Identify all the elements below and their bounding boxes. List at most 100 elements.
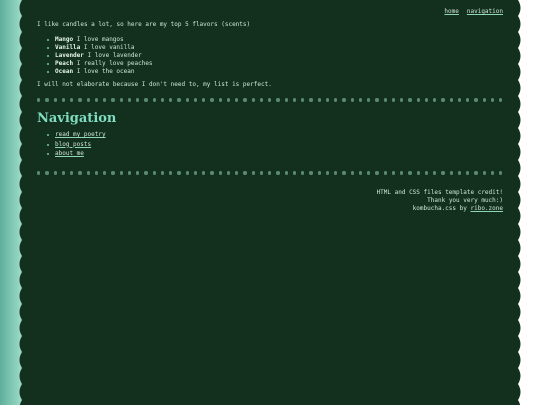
divider-dot (474, 98, 478, 102)
divider-dot (433, 98, 437, 102)
divider-dot (383, 171, 387, 175)
divider-dot (292, 98, 297, 102)
divider-dot (441, 98, 445, 102)
divider-dot (218, 98, 222, 102)
flavor-name: Mango (55, 36, 74, 43)
divider-dot (177, 171, 181, 175)
divider-dot (499, 98, 503, 102)
divider-dot (284, 98, 288, 102)
home-link[interactable]: home (444, 8, 458, 15)
divider-dot (103, 171, 107, 175)
divider-dot (416, 171, 420, 175)
divider-dot (144, 98, 148, 102)
divider-dot (325, 171, 330, 175)
divider-dot (375, 171, 379, 175)
credit-line: HTML and CSS files template credit! (376, 189, 503, 196)
divider-dot (160, 171, 165, 175)
divider-dot (169, 171, 173, 175)
divider-dot (53, 171, 57, 175)
divider-dot (78, 171, 82, 175)
divider-dot (78, 98, 82, 102)
divider-dot (259, 171, 264, 175)
flavor-desc: I love the ocean (76, 68, 135, 75)
flavor-name: Lavender (55, 52, 84, 59)
divider-dot (474, 171, 478, 175)
divider-dot (243, 171, 247, 175)
divider-dot (259, 98, 264, 102)
divider-dot (466, 171, 470, 175)
divider-dot (251, 98, 255, 102)
divider-dot (210, 98, 214, 102)
divider-dot (276, 98, 280, 102)
divider-dot (251, 171, 255, 175)
divider-dot (226, 98, 231, 102)
divider-dot (111, 171, 115, 175)
navigation-list: read my poetry blog posts about me (47, 130, 106, 159)
divider-dot (358, 98, 363, 102)
divider-dot (86, 98, 90, 102)
divider-dot (408, 98, 412, 102)
dotted-divider (37, 97, 503, 103)
divider-dot (70, 171, 74, 175)
divider-dot (367, 171, 371, 175)
divider-dot (334, 171, 338, 175)
nav-item-poetry: read my poetry (47, 130, 106, 140)
divider-dot (127, 98, 132, 102)
divider-dot (268, 98, 272, 102)
divider-dot (37, 98, 41, 102)
divider-dot (37, 171, 41, 175)
flavor-desc: I love lavender (87, 52, 142, 59)
divider-dot (358, 171, 363, 175)
divider-dot (86, 171, 90, 175)
divider-dot (210, 171, 214, 175)
divider-dot (482, 98, 486, 102)
divider-dot (391, 98, 396, 102)
divider-dot (400, 171, 404, 175)
divider-dot (424, 98, 429, 102)
attribution-text: kombucha.css by (412, 205, 467, 212)
scalloped-edge-right (513, 0, 521, 405)
divider-dot (119, 171, 123, 175)
divider-dot (70, 98, 74, 102)
divider-dot (218, 171, 222, 175)
divider-dot (499, 171, 503, 175)
divider-dot (325, 98, 330, 102)
nav-item-blog: blog posts (47, 140, 106, 150)
list-item: Peach I really love peaches (47, 60, 153, 68)
divider-dot (424, 171, 429, 175)
navigation-link[interactable]: navigation (467, 8, 503, 15)
divider-dot (243, 98, 247, 102)
divider-dot (144, 171, 148, 175)
list-item: Lavender I love lavender (47, 52, 153, 60)
divider-dot (276, 171, 280, 175)
flavor-name: Vanilla (55, 44, 81, 51)
divider-dot (152, 171, 156, 175)
intro-text: I like candles a lot, so here are my top… (37, 21, 251, 28)
divider-dot (350, 171, 354, 175)
divider-dot (416, 98, 420, 102)
divider-dot (292, 171, 297, 175)
read-my-poetry-link[interactable]: read my poetry (55, 131, 106, 138)
about-me-link[interactable]: about me (55, 150, 84, 157)
divider-dot (309, 98, 313, 102)
top-navigation: home navigation (444, 8, 503, 15)
divider-dot (127, 171, 132, 175)
divider-dot (301, 98, 305, 102)
divider-dot (400, 98, 404, 102)
divider-dot (202, 171, 206, 175)
divider-dot (408, 171, 412, 175)
divider-dot (457, 98, 462, 102)
navigation-heading: Navigation (37, 111, 117, 126)
divider-dot (103, 98, 107, 102)
flavor-desc: I love vanilla (83, 44, 135, 51)
divider-dot (449, 171, 453, 175)
blog-posts-link[interactable]: blog posts (55, 141, 91, 148)
divider-dot (441, 171, 445, 175)
divider-dot (61, 98, 66, 102)
divider-dot (367, 98, 371, 102)
scalloped-edge-left (19, 0, 27, 405)
divider-dot (160, 98, 165, 102)
ribo-zone-link[interactable]: ribo.zone (470, 205, 503, 212)
list-item: Ocean I love the ocean (47, 68, 153, 76)
divider-dot (284, 171, 288, 175)
